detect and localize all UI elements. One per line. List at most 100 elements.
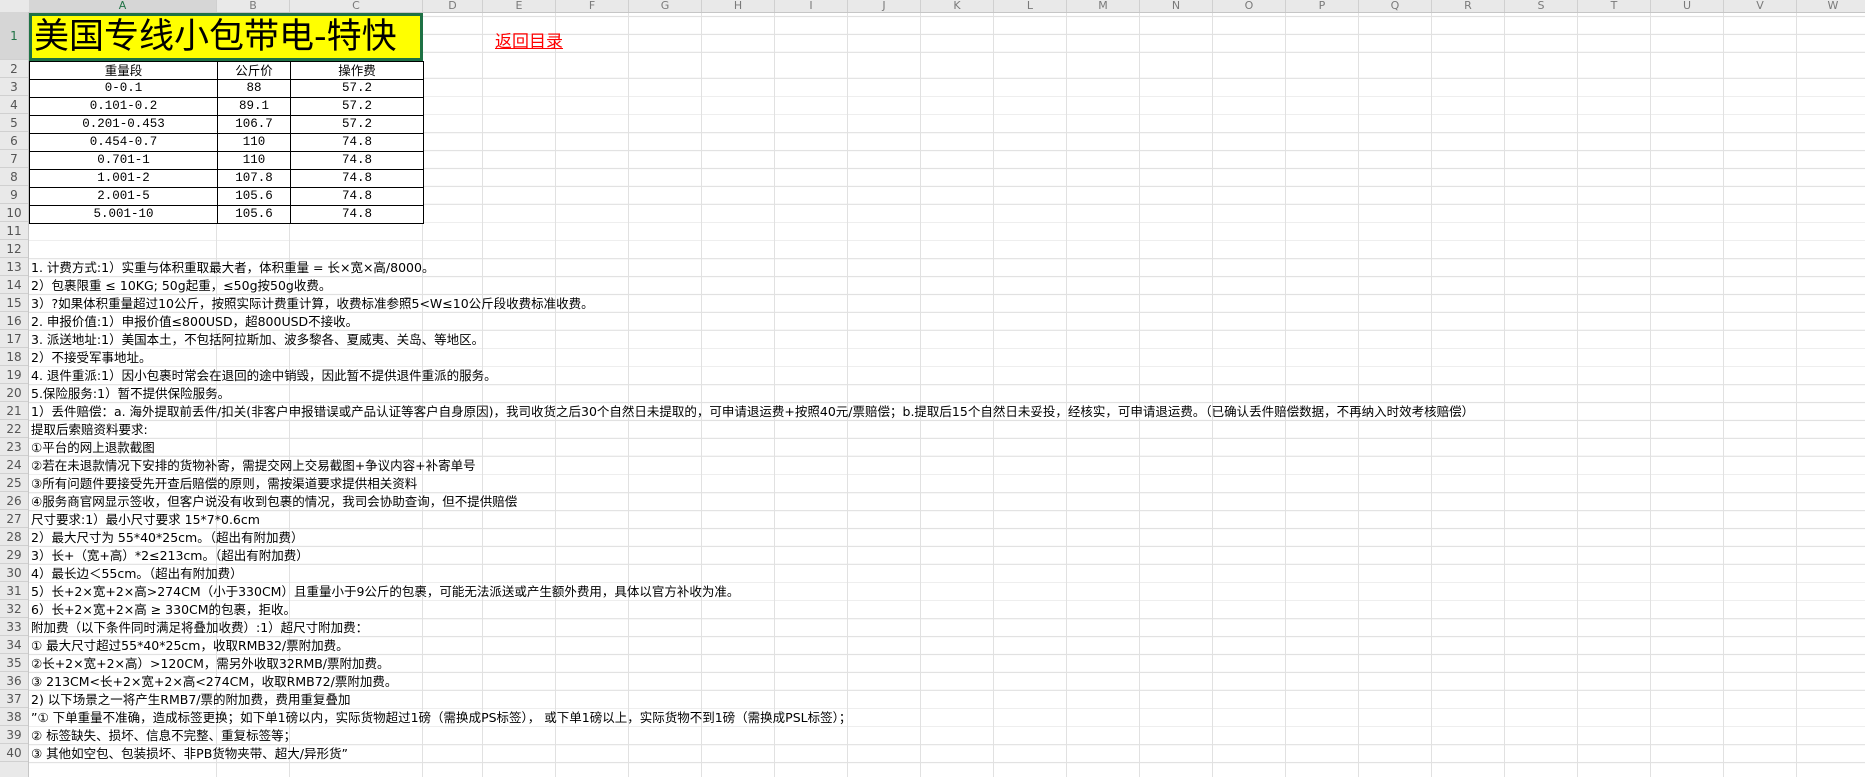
note-line[interactable]: ②长+2×宽+2×高）>120CM，需另外收取32RMB/票附加费。	[29, 655, 1474, 673]
column-header-l[interactable]: L	[994, 0, 1067, 12]
note-line[interactable]: 附加费（以下条件同时满足将叠加收费）:1）超尺寸附加费：	[29, 619, 1474, 637]
note-line[interactable]: 2）包裹限重 ≤ 10KG; 50g起重，≤50g按50g收费。	[29, 277, 1474, 295]
row-header-35[interactable]: 35	[0, 654, 28, 672]
column-header-q[interactable]: Q	[1359, 0, 1432, 12]
weight-range-cell[interactable]: 2.001-5	[29, 187, 218, 206]
note-line[interactable]: 提取后索赔资料要求:	[29, 421, 1474, 439]
note-line[interactable]: 6）长+2×宽+2×高 ≥ 330CM的包裹，拒收。	[29, 601, 1474, 619]
weight-range-cell[interactable]: 0-0.1	[29, 79, 218, 98]
row-header-13[interactable]: 13	[0, 258, 28, 276]
row-header-6[interactable]: 6	[0, 132, 28, 150]
row-header-7[interactable]: 7	[0, 150, 28, 168]
fee-cell[interactable]: 74.8	[290, 169, 424, 188]
column-header-c[interactable]: C	[290, 0, 423, 12]
fee-cell[interactable]: 57.2	[290, 79, 424, 98]
column-header-s[interactable]: S	[1505, 0, 1578, 12]
row-header-22[interactable]: 22	[0, 420, 28, 438]
row-header-10[interactable]: 10	[0, 204, 28, 222]
row-header-15[interactable]: 15	[0, 294, 28, 312]
note-line[interactable]: 2) 以下场景之一将产生RMB7/票的附加费，费用重复叠加	[29, 691, 1474, 709]
column-header-o[interactable]: O	[1213, 0, 1286, 12]
row-header-32[interactable]: 32	[0, 600, 28, 618]
row-header-8[interactable]: 8	[0, 168, 28, 186]
weight-range-cell[interactable]: 5.001-10	[29, 205, 218, 224]
row-header-12[interactable]: 12	[0, 240, 28, 258]
column-header-a[interactable]: A	[29, 0, 217, 12]
note-line[interactable]: ①平台的网上退款截图	[29, 439, 1474, 457]
row-header-40[interactable]: 40	[0, 744, 28, 762]
row-header-29[interactable]: 29	[0, 546, 28, 564]
column-header-r[interactable]: R	[1432, 0, 1505, 12]
note-line[interactable]: ④服务商官网显示签收，但客户说没有收到包裹的情况，我司会协助查询，但不提供赔偿	[29, 493, 1474, 511]
note-line[interactable]: ③所有问题件要接受先开查后赔偿的原则，需按渠道要求提供相关资料	[29, 475, 1474, 493]
column-header-k[interactable]: K	[921, 0, 994, 12]
note-line[interactable]: 4. 退件重派:1）因小包裹时常会在退回的途中销毁，因此暂不提供退件重派的服务。	[29, 367, 1474, 385]
row-header-14[interactable]: 14	[0, 276, 28, 294]
fee-cell[interactable]: 74.8	[290, 151, 424, 170]
fee-cell[interactable]: 74.8	[290, 205, 424, 224]
row-header-17[interactable]: 17	[0, 330, 28, 348]
note-line[interactable]: 尺寸要求:1）最小尺寸要求 15*7*0.6cm	[29, 511, 1474, 529]
row-header-25[interactable]: 25	[0, 474, 28, 492]
row-header-19[interactable]: 19	[0, 366, 28, 384]
column-header-v[interactable]: V	[1724, 0, 1797, 12]
row-header-3[interactable]: 3	[0, 78, 28, 96]
row-header-24[interactable]: 24	[0, 456, 28, 474]
row-header-26[interactable]: 26	[0, 492, 28, 510]
note-line[interactable]: 2. 申报价值:1）申报价值≤800USD，超800USD不接收。	[29, 313, 1474, 331]
note-line[interactable]: 5）长+2×宽+2×高>274CM（小于330CM）且重量小于9公斤的包裹，可能…	[29, 583, 1474, 601]
note-line[interactable]: ③ 其他如空包、包装损坏、非PB货物夹带、超大/异形货”	[29, 745, 1474, 763]
column-header-i[interactable]: I	[775, 0, 848, 12]
note-line[interactable]: ① 最大尺寸超过55*40*25cm，收取RMB32/票附加费。	[29, 637, 1474, 655]
column-header-h[interactable]: H	[702, 0, 775, 12]
row-header-9[interactable]: 9	[0, 186, 28, 204]
note-line[interactable]: 3）长+（宽+高）*2≤213cm。（超出有附加费）	[29, 547, 1474, 565]
weight-range-cell[interactable]: 0.701-1	[29, 151, 218, 170]
row-header-39[interactable]: 39	[0, 726, 28, 744]
price-cell[interactable]: 107.8	[217, 169, 291, 188]
row-header-5[interactable]: 5	[0, 114, 28, 132]
price-cell[interactable]: 105.6	[217, 205, 291, 224]
weight-range-cell[interactable]: 0.101-0.2	[29, 97, 218, 116]
fee-cell[interactable]: 57.2	[290, 97, 424, 116]
column-header-e[interactable]: E	[483, 0, 556, 12]
note-line[interactable]: 2）最大尺寸为 55*40*25cm。（超出有附加费）	[29, 529, 1474, 547]
column-header-j[interactable]: J	[848, 0, 921, 12]
title-cell[interactable]: 美国专线小包带电-特快	[29, 13, 423, 61]
row-header-2[interactable]: 2	[0, 60, 28, 78]
note-line[interactable]	[29, 241, 1474, 259]
column-header-m[interactable]: M	[1067, 0, 1140, 12]
note-line[interactable]: 5.保险服务:1）暂不提供保险服务。	[29, 385, 1474, 403]
note-line[interactable]: ②若在未退款情况下安排的货物补寄，需提交网上交易截图+争议内容+补寄单号	[29, 457, 1474, 475]
row-header-33[interactable]: 33	[0, 618, 28, 636]
row-header-16[interactable]: 16	[0, 312, 28, 330]
row-header-28[interactable]: 28	[0, 528, 28, 546]
column-header-t[interactable]: T	[1578, 0, 1651, 12]
back-to-index-link[interactable]: 返回目录	[495, 27, 563, 52]
price-cell[interactable]: 110	[217, 133, 291, 152]
fee-cell[interactable]: 57.2	[290, 115, 424, 134]
weight-range-cell[interactable]: 1.001-2	[29, 169, 218, 188]
row-header-4[interactable]: 4	[0, 96, 28, 114]
fee-cell[interactable]: 74.8	[290, 133, 424, 152]
price-cell[interactable]: 105.6	[217, 187, 291, 206]
header-handling-fee[interactable]: 操作费	[290, 61, 424, 80]
weight-range-cell[interactable]: 0.454-0.7	[29, 133, 218, 152]
row-header-34[interactable]: 34	[0, 636, 28, 654]
fee-cell[interactable]: 74.8	[290, 187, 424, 206]
note-line[interactable]: 4）最长边＜55cm。（超出有附加费）	[29, 565, 1474, 583]
note-line[interactable]: 3. 派送地址:1）美国本土，不包括阿拉斯加、波多黎各、夏威夷、关岛、等地区。	[29, 331, 1474, 349]
row-header-36[interactable]: 36	[0, 672, 28, 690]
column-header-d[interactable]: D	[423, 0, 483, 12]
note-line[interactable]: ② 标签缺失、损坏、信息不完整、重复标签等；	[29, 727, 1474, 745]
note-line[interactable]: 1. 计费方式:1）实重与体积重取最大者，体积重量 = 长×宽×高/8000。	[29, 259, 1474, 277]
row-header-20[interactable]: 20	[0, 384, 28, 402]
row-header-18[interactable]: 18	[0, 348, 28, 366]
row-header-37[interactable]: 37	[0, 690, 28, 708]
column-header-n[interactable]: N	[1140, 0, 1213, 12]
price-cell[interactable]: 89.1	[217, 97, 291, 116]
row-header-27[interactable]: 27	[0, 510, 28, 528]
row-header-31[interactable]: 31	[0, 582, 28, 600]
header-weight-range[interactable]: 重量段	[29, 61, 218, 80]
row-header-1[interactable]: 1	[0, 12, 28, 60]
